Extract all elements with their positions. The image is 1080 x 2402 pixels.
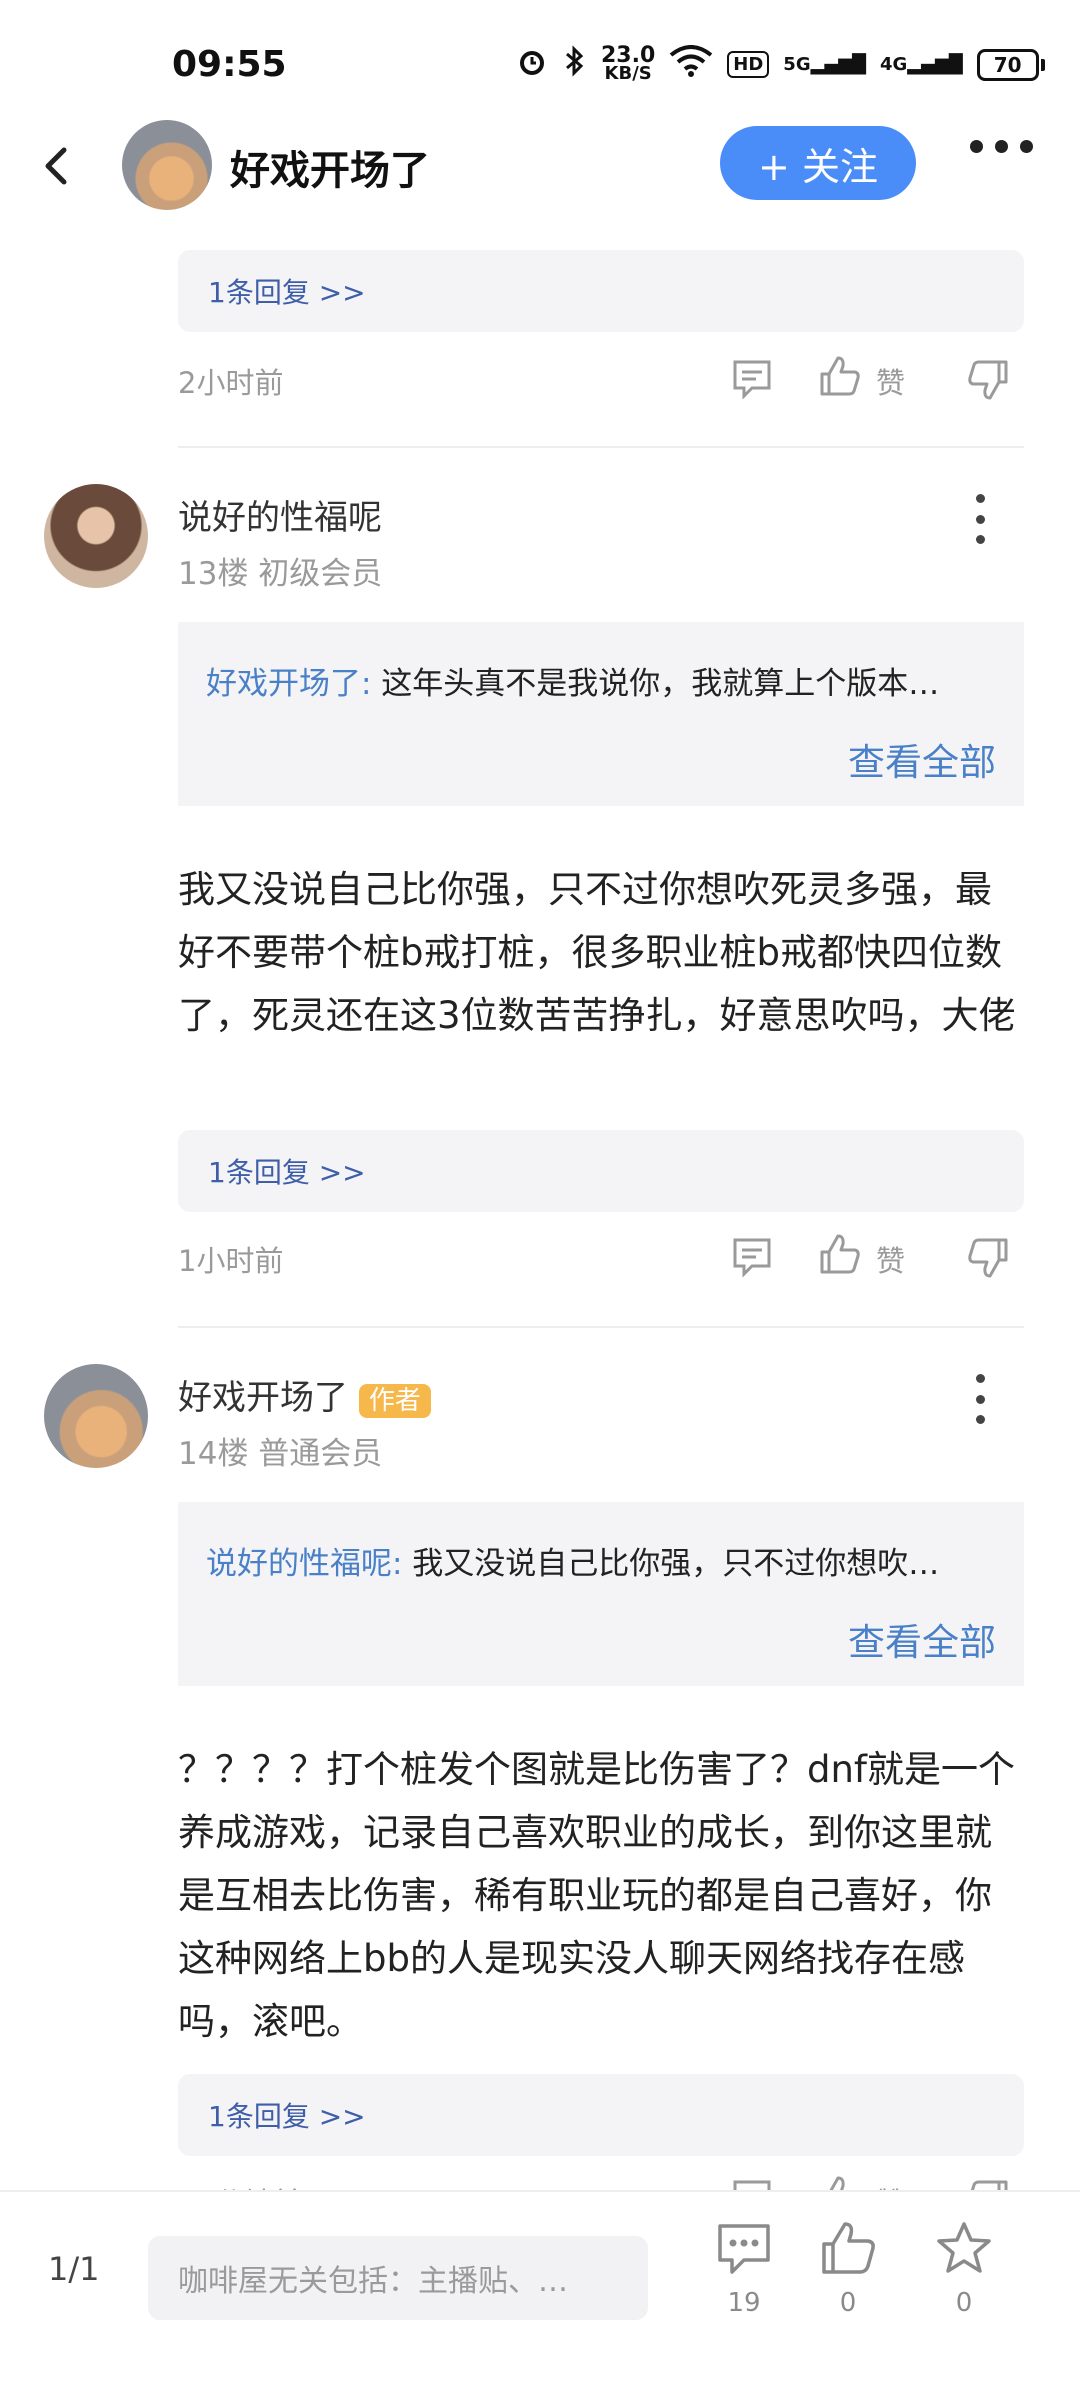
- comment-username[interactable]: 说好的性福呢: [178, 490, 382, 539]
- header-avatar[interactable]: [122, 120, 212, 210]
- view-all-link[interactable]: 查看全部: [848, 1612, 996, 1666]
- reply-count-link[interactable]: 1条回复 >>: [178, 1130, 1024, 1212]
- battery-icon: 70: [976, 48, 1045, 81]
- like-icon[interactable]: [818, 354, 862, 398]
- comment-username-row: 好戏开场了 作者: [178, 1370, 431, 1419]
- reply-count-link[interactable]: 1条回复 >>: [178, 2074, 1024, 2156]
- comment-bubble-icon: [714, 2220, 774, 2280]
- comment-menu-icon[interactable]: [970, 494, 990, 544]
- avatar[interactable]: [44, 1364, 148, 1468]
- like-icon[interactable]: [818, 1232, 862, 1276]
- more-options-icon[interactable]: [970, 140, 1033, 153]
- comment-body: ？？？？打个桩发个图就是比伤害了？dnf就是一个养成游戏，记录自己喜欢职业的成长…: [178, 1748, 1015, 2043]
- follow-button[interactable]: + 关注: [720, 126, 916, 200]
- like-button[interactable]: 0: [808, 2220, 888, 2318]
- avatar[interactable]: [44, 484, 148, 588]
- divider: [178, 1326, 1024, 1328]
- favorite-button[interactable]: 0: [924, 2220, 1004, 2318]
- status-time: 09:55: [172, 44, 287, 85]
- quote-text: 好戏开场了: 这年头真不是我说你，我就算上个版本…: [206, 666, 940, 702]
- page-indicator[interactable]: 1/1: [48, 2250, 100, 2288]
- reply-icon[interactable]: [730, 1234, 774, 1278]
- page-title[interactable]: 好戏开场了: [230, 138, 430, 196]
- view-all-link[interactable]: 查看全部: [848, 732, 996, 786]
- favorite-count: 0: [955, 2288, 973, 2318]
- hd-badge: HD: [727, 51, 770, 78]
- reply-input[interactable]: 咖啡屋无关包括：主播贴、…: [148, 2236, 648, 2320]
- signal-5g-icon: 5G▂▄▆█: [783, 54, 866, 75]
- quote-box[interactable]: 说好的性福呢: 我又没说自己比你强，只不过你想吹… 查看全部: [178, 1502, 1024, 1686]
- status-icons: 23.0 KB/S HD 5G▂▄▆█ 4G▂▄▆█ 70: [515, 44, 1045, 85]
- star-icon: [934, 2220, 994, 2280]
- divider: [178, 446, 1024, 448]
- bottom-bar: 1/1 咖啡屋无关包括：主播贴、… 19 0 0: [0, 2190, 1080, 2402]
- comment-time: 1小时前: [178, 1244, 284, 1278]
- alarm-icon: [515, 44, 549, 85]
- comment-count: 19: [727, 2288, 761, 2318]
- quote-box[interactable]: 好戏开场了: 这年头真不是我说你，我就算上个版本… 查看全部: [178, 622, 1024, 806]
- bluetooth-icon: [563, 44, 587, 85]
- like-count: 0: [839, 2288, 857, 2318]
- wifi-icon: [669, 45, 713, 84]
- floor-info: 14楼 普通会员: [178, 1436, 383, 1472]
- comment-time: 2小时前: [178, 366, 284, 400]
- like-label[interactable]: 赞: [876, 360, 905, 402]
- author-badge: 作者: [358, 1384, 431, 1418]
- thumbs-up-icon: [818, 2220, 878, 2280]
- comment-username[interactable]: 好戏开场了: [178, 1378, 348, 1418]
- comment-menu-icon[interactable]: [970, 1374, 990, 1424]
- quote-author[interactable]: 说好的性福呢:: [206, 1546, 402, 1582]
- reply-icon[interactable]: [730, 356, 774, 400]
- comment-body: 我又没说自己比你强，只不过你想吹死灵多强，最好不要带个桩b戒打桩，很多职业桩b戒…: [178, 868, 1016, 1037]
- back-icon[interactable]: [30, 136, 78, 196]
- net-speed: 23.0 KB/S: [601, 42, 656, 84]
- dislike-icon[interactable]: [966, 358, 1010, 402]
- reply-count-link[interactable]: 1条回复 >>: [178, 250, 1024, 332]
- signal-4g-icon: 4G▂▄▆█: [879, 54, 963, 75]
- like-label[interactable]: 赞: [876, 1238, 905, 1280]
- dislike-icon[interactable]: [966, 1236, 1010, 1280]
- quote-text: 说好的性福呢: 我又没说自己比你强，只不过你想吹…: [206, 1546, 940, 1582]
- quote-author[interactable]: 好戏开场了:: [206, 666, 371, 702]
- floor-info: 13楼 初级会员: [178, 556, 383, 592]
- status-bar: 09:55 23.0 KB/S HD 5G▂▄▆█ 4G▂▄▆█ 70: [0, 0, 1080, 130]
- comments-button[interactable]: 19: [704, 2220, 784, 2318]
